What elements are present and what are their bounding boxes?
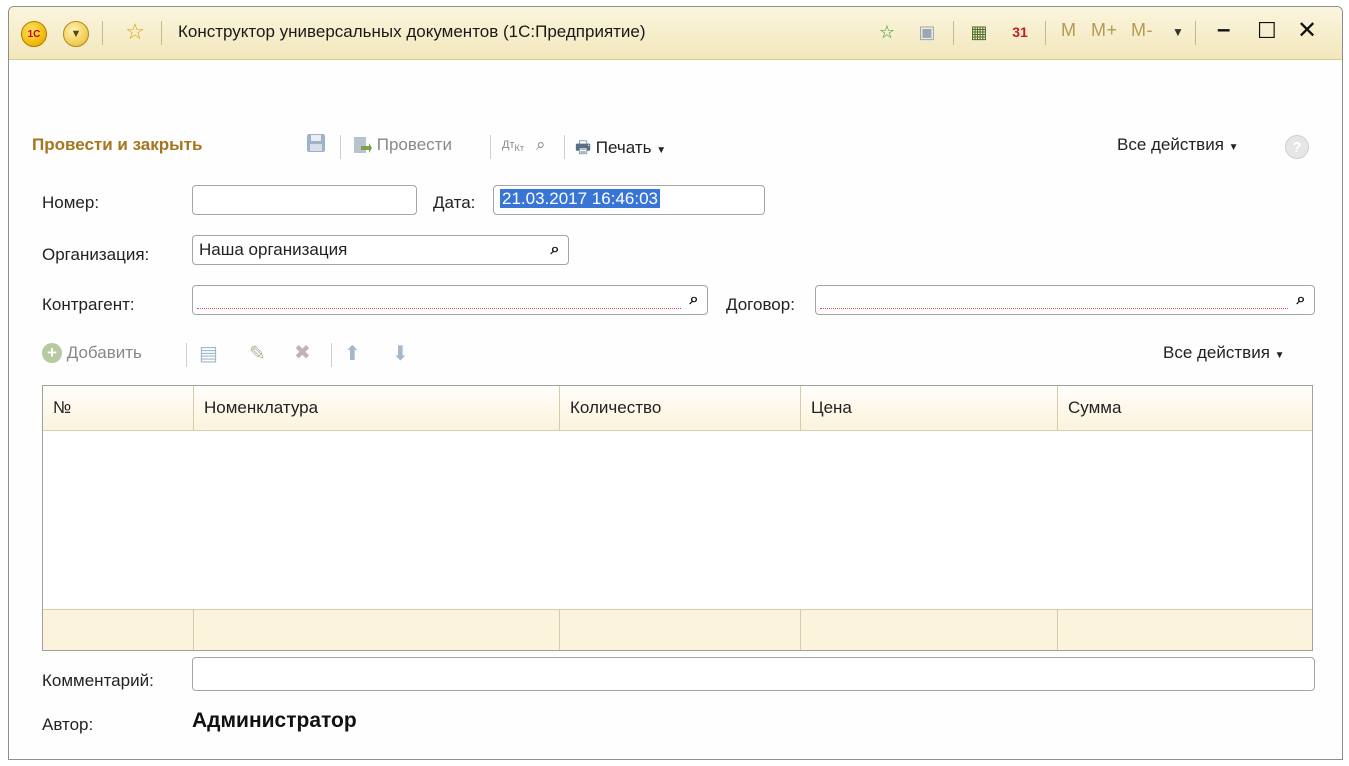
move-down-icon[interactable]: ⬇ xyxy=(392,341,409,366)
title-separator xyxy=(161,21,162,45)
add-to-favorites-icon[interactable]: ☆ xyxy=(874,19,900,45)
number-field[interactable] xyxy=(192,185,417,215)
table-header: № Номенклатура Количество Цена Сумма xyxy=(43,386,1312,431)
date-field[interactable]: 21.03.2017 16:46:03 xyxy=(493,185,765,215)
help-button[interactable]: ? xyxy=(1285,135,1309,159)
save-button[interactable] xyxy=(305,132,327,154)
close-button[interactable]: ✕ xyxy=(1297,16,1317,45)
comment-field[interactable] xyxy=(192,657,1315,691)
post-button[interactable]: Провести xyxy=(352,135,452,156)
date-label: Дата: xyxy=(433,193,476,212)
chevron-down-icon[interactable]: ▼ xyxy=(1169,19,1187,45)
footer-cell xyxy=(560,610,801,650)
footer-cell xyxy=(801,610,1058,650)
dt-kt-button[interactable]: ДтКт xyxy=(502,139,524,153)
calendar-icon[interactable]: 31 xyxy=(1007,19,1033,45)
items-table[interactable]: № Номенклатура Количество Цена Сумма xyxy=(42,385,1313,651)
column-header-sum[interactable]: Сумма xyxy=(1058,386,1312,430)
toolbar-separator xyxy=(331,343,332,367)
window-title: Конструктор универсальных документов (1С… xyxy=(178,22,646,41)
search-icon[interactable]: ⌕ xyxy=(536,135,546,155)
print-label: Печать xyxy=(595,138,652,157)
delete-icon[interactable]: ✖ xyxy=(294,340,311,365)
footer-cell xyxy=(43,610,194,650)
organization-label: Организация: xyxy=(42,245,150,264)
contract-field[interactable]: ⌕ xyxy=(815,285,1315,315)
copy-row-icon[interactable]: ▤ xyxy=(199,341,218,366)
bookmark-icon[interactable]: ▣ xyxy=(915,19,939,45)
move-up-icon[interactable]: ⬆ xyxy=(344,341,361,366)
footer-cell xyxy=(194,610,560,650)
column-header-price[interactable]: Цена xyxy=(801,386,1058,430)
add-label: Добавить xyxy=(66,343,142,362)
chevron-down-icon: ▼ xyxy=(1274,350,1285,361)
toolbar-separator xyxy=(490,135,491,159)
search-icon[interactable]: ⌕ xyxy=(544,238,566,262)
chevron-down-icon: ▼ xyxy=(656,145,667,156)
all-actions-button[interactable]: Все действия ▼ xyxy=(1117,135,1239,155)
title-bar: 1С ▼ ☆ Конструктор универсальных докумен… xyxy=(9,7,1342,60)
table-all-actions-label: Все действия xyxy=(1163,343,1270,362)
counterparty-field[interactable]: ⌕ xyxy=(192,285,708,315)
memory-minus-button[interactable]: M- xyxy=(1131,20,1153,41)
chevron-down-icon: ▼ xyxy=(1228,142,1239,153)
search-icon[interactable]: ⌕ xyxy=(1290,288,1312,312)
date-value: 21.03.2017 16:46:03 xyxy=(500,189,660,208)
post-and-close-button[interactable]: Провести и закрыть xyxy=(32,135,202,155)
edit-pencil-icon[interactable]: ✎ xyxy=(249,341,266,366)
maximize-button[interactable]: ☐ xyxy=(1257,18,1277,44)
toolbar-separator xyxy=(340,135,341,159)
author-value: Администратор xyxy=(192,709,357,732)
print-button[interactable]: 🖶 Печать ▼ xyxy=(575,135,666,164)
minimize-button[interactable]: – xyxy=(1217,16,1230,44)
number-label: Номер: xyxy=(42,193,100,212)
column-header-number[interactable]: № xyxy=(43,386,194,430)
toolbar-separator xyxy=(564,135,565,159)
main-menu-icon[interactable]: ▼ xyxy=(63,21,89,47)
app-logo-icon[interactable]: 1С xyxy=(21,21,47,47)
save-icon xyxy=(307,134,325,152)
post-label: Провести xyxy=(376,135,452,154)
organization-value: Наша организация xyxy=(199,240,348,259)
memory-m-button[interactable]: M xyxy=(1061,20,1077,41)
all-actions-label: Все действия xyxy=(1117,135,1224,154)
footer-cell xyxy=(1058,610,1312,650)
command-bar: Провести и закрыть Провести ДтКт ⌕ 🖶 Печ… xyxy=(9,127,1342,167)
search-icon[interactable]: ⌕ xyxy=(683,288,705,312)
column-header-quantity[interactable]: Количество xyxy=(560,386,801,430)
column-header-nomenclature[interactable]: Номенклатура xyxy=(194,386,560,430)
contract-label: Договор: xyxy=(726,295,795,314)
document-window: 1С ▼ ☆ Конструктор универсальных докумен… xyxy=(8,6,1343,760)
favorite-star-icon[interactable]: ☆ xyxy=(122,19,148,45)
title-separator xyxy=(1195,21,1196,45)
comment-label: Комментарий: xyxy=(42,671,154,690)
toolbar-separator xyxy=(186,343,187,367)
organization-field[interactable]: Наша организация ⌕ xyxy=(192,235,569,265)
printer-icon: 🖶 xyxy=(575,138,592,157)
author-label: Автор: xyxy=(42,715,94,734)
counterparty-label: Контрагент: xyxy=(42,295,135,314)
table-all-actions-button[interactable]: Все действия ▼ xyxy=(1163,343,1285,363)
memory-plus-button[interactable]: M+ xyxy=(1091,20,1118,41)
title-separator xyxy=(953,21,954,45)
title-separator xyxy=(102,21,103,45)
post-icon xyxy=(354,136,372,153)
title-separator xyxy=(1045,21,1046,45)
add-row-button[interactable]: + Добавить xyxy=(42,343,142,363)
calculator-icon[interactable]: ▦ xyxy=(967,19,991,45)
add-icon: + xyxy=(42,343,62,363)
table-footer xyxy=(43,609,1312,650)
